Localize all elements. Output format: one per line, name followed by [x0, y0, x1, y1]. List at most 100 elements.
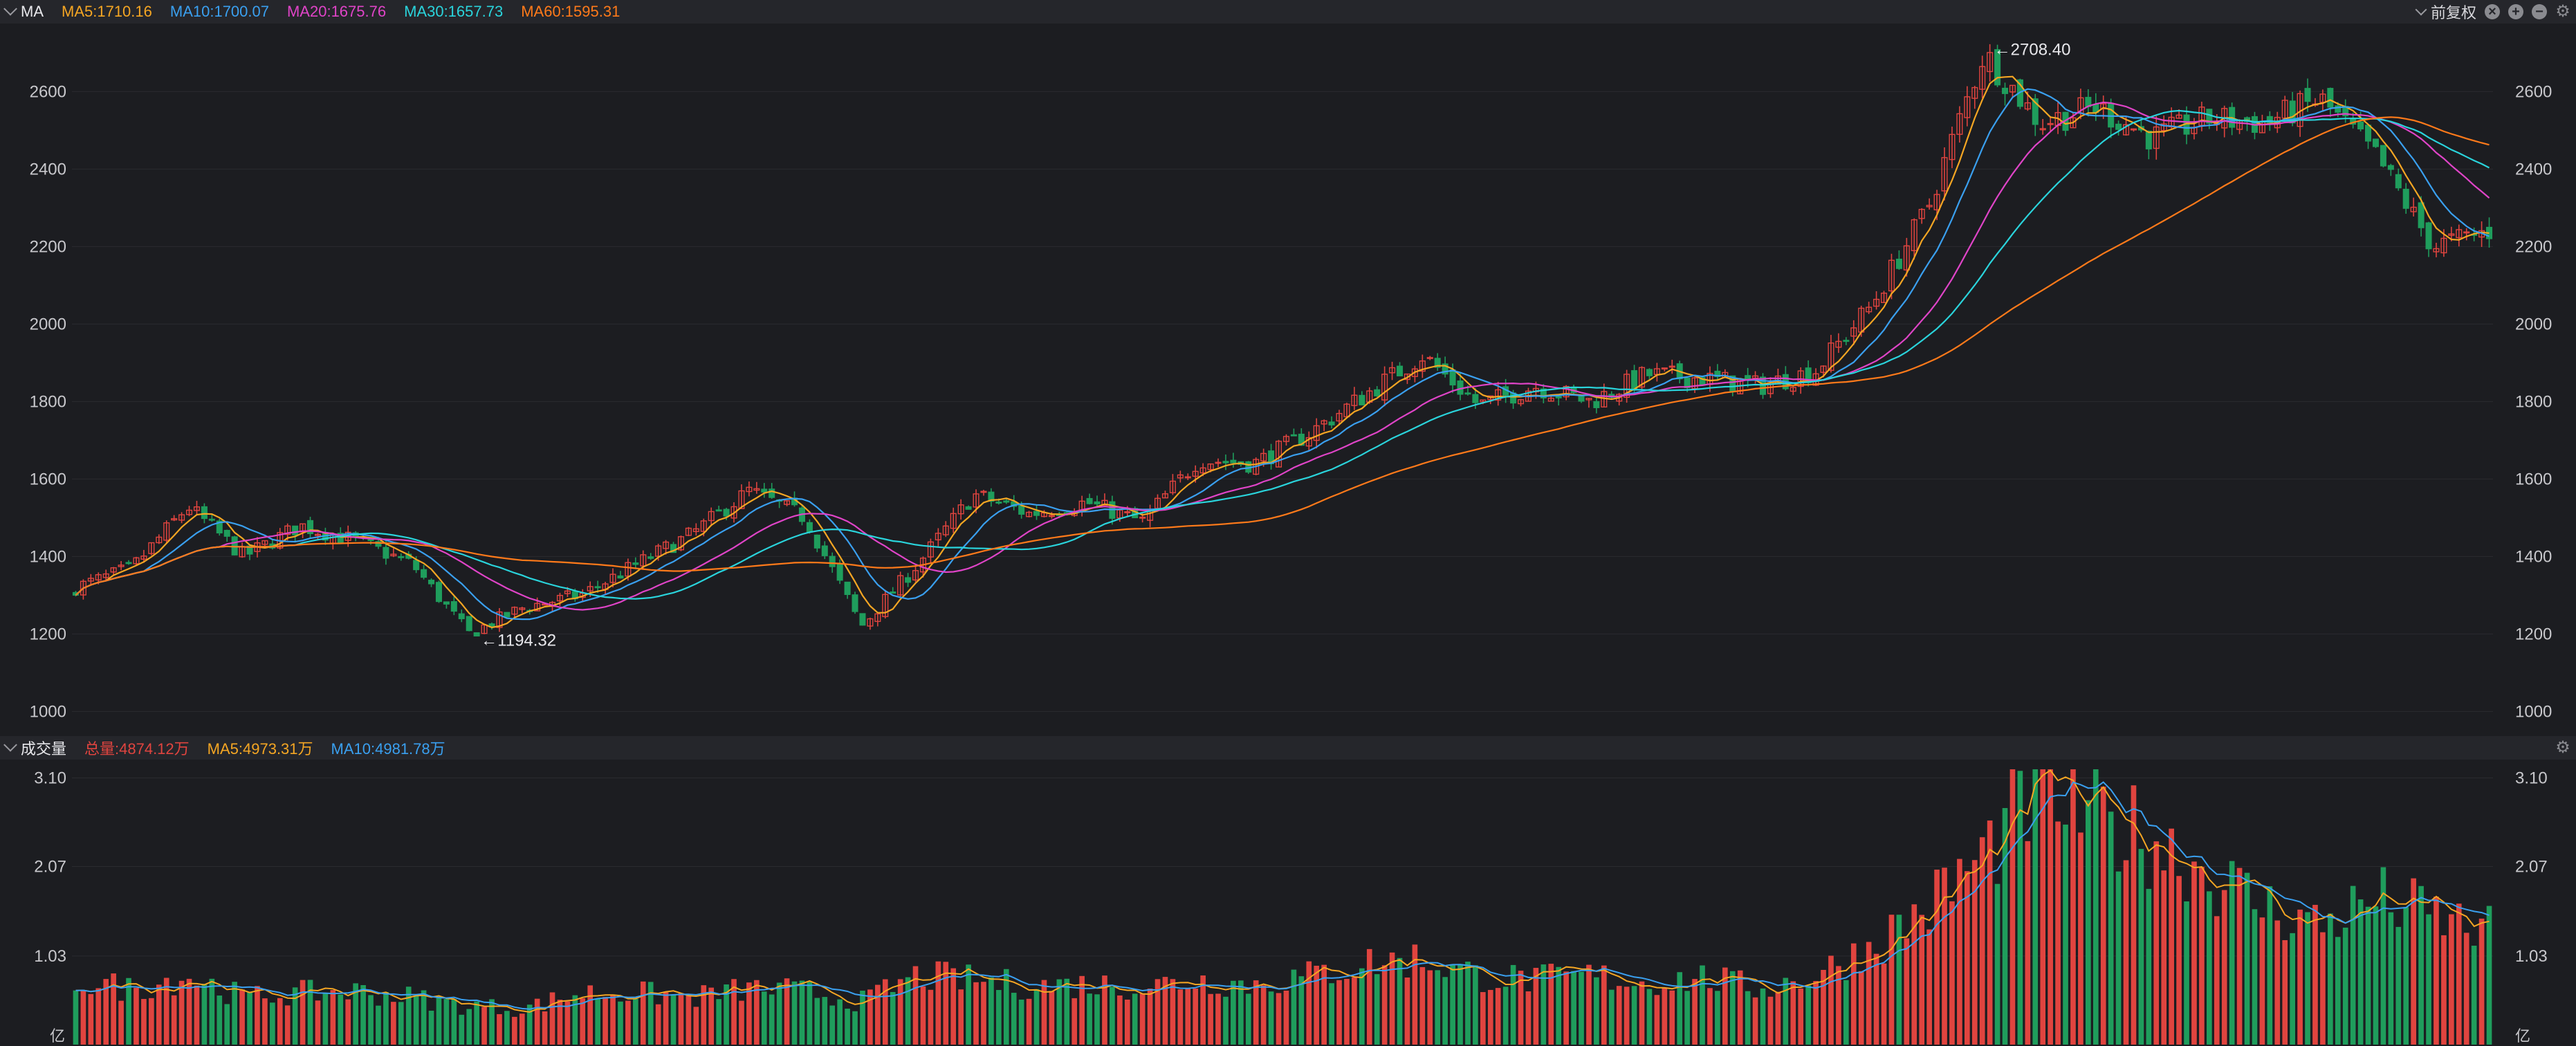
volume-bar[interactable] — [1336, 980, 1342, 1045]
volume-bar[interactable] — [1858, 971, 1864, 1045]
volume-bar[interactable] — [882, 979, 888, 1045]
volume-bar[interactable] — [330, 990, 336, 1045]
volume-bar[interactable] — [1253, 980, 1259, 1045]
volume-bar[interactable] — [2305, 912, 2310, 1045]
candle[interactable] — [1918, 208, 1925, 224]
volume-bar[interactable] — [481, 1007, 487, 1045]
candle[interactable] — [239, 542, 246, 558]
volume-bar[interactable] — [428, 1010, 434, 1045]
candle[interactable] — [1668, 360, 1675, 374]
volume-bar[interactable] — [534, 998, 540, 1045]
volume-bar[interactable] — [1866, 942, 1872, 1045]
volume-settings-gear-icon[interactable]: ⚙ — [2555, 740, 2570, 756]
volume-bar[interactable] — [769, 994, 775, 1045]
candle[interactable] — [1525, 387, 1531, 402]
volume-bar[interactable] — [1571, 971, 1576, 1045]
volume-bar[interactable] — [519, 1013, 525, 1045]
volume-bar[interactable] — [2282, 940, 2288, 1045]
volume-bar[interactable] — [1556, 966, 1562, 1045]
volume-bar[interactable] — [890, 991, 896, 1045]
volume-bar[interactable] — [1684, 991, 1690, 1045]
volume-bar[interactable] — [1843, 980, 1849, 1045]
volume-bar[interactable] — [1677, 972, 1683, 1045]
volume-bar[interactable] — [1594, 977, 1599, 1045]
candle[interactable] — [1321, 419, 1327, 432]
volume-bar[interactable] — [239, 989, 245, 1045]
volume-bar[interactable] — [345, 999, 351, 1045]
candle[interactable] — [1086, 493, 1093, 505]
volume-bar[interactable] — [1026, 998, 1032, 1045]
candle[interactable] — [950, 507, 957, 533]
volume-bar[interactable] — [663, 992, 669, 1045]
volume-bar[interactable] — [1662, 987, 1668, 1045]
candle[interactable] — [2115, 120, 2122, 136]
volume-bar[interactable] — [1397, 957, 1403, 1045]
volume-bar[interactable] — [1435, 970, 1441, 1045]
volume-bar[interactable] — [1957, 859, 1962, 1045]
candle[interactable] — [1154, 494, 1161, 511]
volume-bar[interactable] — [443, 999, 450, 1045]
volume-bar[interactable] — [1170, 979, 1176, 1045]
volume-bar[interactable] — [1094, 994, 1100, 1045]
volume-bar[interactable] — [171, 995, 177, 1045]
candle[interactable] — [1555, 395, 1562, 406]
volume-bar[interactable] — [867, 989, 873, 1045]
volume-bar[interactable] — [1306, 961, 1312, 1045]
candle[interactable] — [1305, 431, 1312, 452]
volume-bar[interactable] — [1767, 996, 1774, 1045]
volume-bar[interactable] — [2335, 937, 2341, 1045]
volume-bar[interactable] — [1450, 964, 1455, 1045]
volume-bar[interactable] — [1276, 993, 1282, 1045]
volume-bar[interactable] — [391, 1002, 396, 1045]
candle[interactable] — [1653, 363, 1660, 382]
volume-bar[interactable] — [1586, 964, 1592, 1045]
volume-bar[interactable] — [1934, 870, 1940, 1045]
candle[interactable] — [859, 613, 866, 626]
candle[interactable] — [2319, 89, 2326, 112]
volume-bar[interactable] — [413, 995, 419, 1045]
volume-bar[interactable] — [1631, 986, 1637, 1045]
candle[interactable] — [1835, 333, 1842, 354]
volume-bar[interactable] — [383, 991, 389, 1045]
volume-bar[interactable] — [1850, 943, 1857, 1045]
candle[interactable] — [1843, 337, 1850, 345]
volume-bar[interactable] — [2244, 872, 2250, 1045]
candle[interactable] — [2372, 138, 2379, 148]
volume-bar[interactable] — [1041, 980, 1047, 1045]
candle[interactable] — [466, 616, 472, 632]
volume-bar[interactable] — [1896, 915, 1902, 1045]
volume-bar[interactable] — [2086, 800, 2091, 1045]
volume-bar[interactable] — [912, 966, 919, 1045]
volume-bar[interactable] — [178, 980, 185, 1045]
volume-bar[interactable] — [2009, 769, 2016, 1045]
volume-bar[interactable] — [1942, 868, 1947, 1045]
volume-bar[interactable] — [1510, 964, 1516, 1045]
candle[interactable] — [1926, 198, 1933, 210]
volume-bar[interactable] — [1616, 986, 1622, 1045]
candle[interactable] — [186, 506, 193, 517]
indicator-label[interactable]: MA — [21, 3, 44, 21]
volume-bar[interactable] — [928, 989, 934, 1045]
volume-bar[interactable] — [2342, 927, 2348, 1045]
volume-bar[interactable] — [784, 978, 790, 1045]
candle[interactable] — [223, 529, 230, 542]
volume-bar[interactable] — [2259, 917, 2265, 1045]
candle[interactable] — [352, 531, 359, 542]
volume-bar[interactable] — [1352, 977, 1357, 1045]
volume-bar[interactable] — [2169, 828, 2174, 1045]
volume-bar[interactable] — [996, 990, 1002, 1045]
close-indicator-icon[interactable]: × — [2485, 4, 2500, 19]
volume-bar[interactable] — [1745, 991, 1751, 1045]
candle[interactable] — [1026, 511, 1033, 517]
volume-bar[interactable] — [1563, 971, 1569, 1045]
volume-bar[interactable] — [338, 994, 344, 1045]
volume-bar[interactable] — [2252, 909, 2258, 1045]
volume-bar[interactable] — [1487, 989, 1493, 1045]
volume-bar[interactable] — [595, 998, 600, 1045]
volume-bar[interactable] — [1132, 993, 1138, 1045]
volume-bar[interactable] — [1919, 915, 1925, 1045]
volume-bar[interactable] — [1087, 993, 1092, 1045]
volume-bar[interactable] — [2418, 886, 2424, 1045]
volume-bar[interactable] — [1419, 966, 1426, 1045]
volume-bar[interactable] — [2463, 933, 2469, 1045]
